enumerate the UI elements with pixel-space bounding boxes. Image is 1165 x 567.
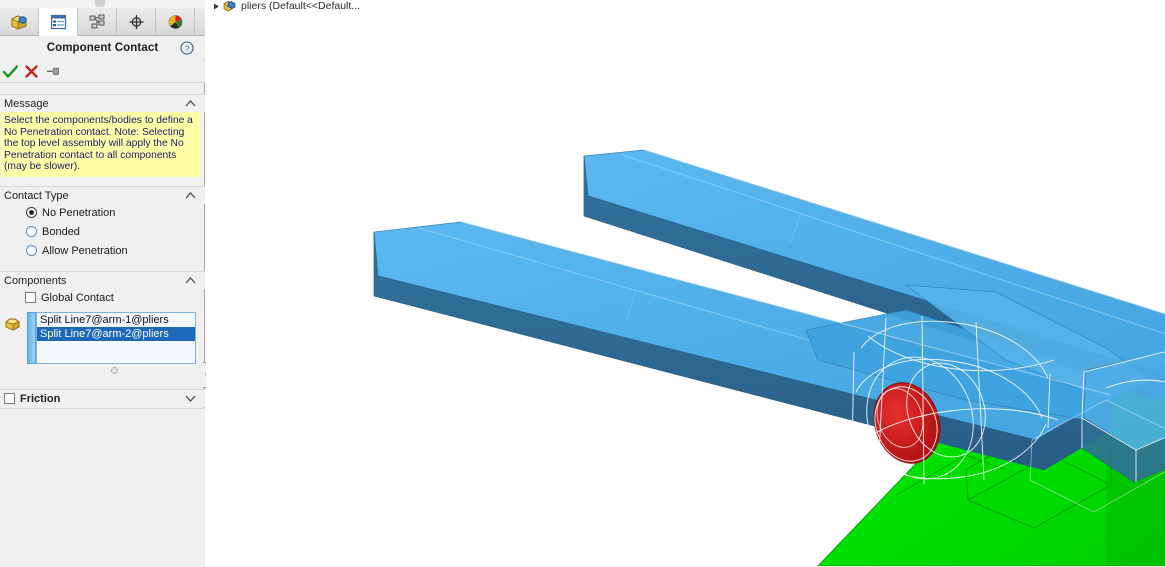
radio-mark-selected-icon	[26, 207, 37, 218]
section-header-friction[interactable]: Friction	[0, 389, 205, 407]
section-label-components: Components	[4, 274, 67, 287]
graphics-area[interactable]: pliers (Default<<Default...	[206, 0, 1165, 566]
yellow-cube-icon	[10, 14, 28, 30]
cancel-button[interactable]	[22, 62, 41, 81]
radio-no-penetration[interactable]: No Penetration	[26, 205, 115, 220]
property-list-icon	[50, 14, 67, 30]
color-wheel-icon	[167, 14, 184, 30]
crosshair-icon	[128, 14, 145, 30]
3d-model-viewport[interactable]	[206, 0, 1165, 566]
checkbox-friction[interactable]	[4, 393, 15, 404]
section-label-friction: Friction	[20, 392, 61, 405]
radio-mark-icon	[26, 226, 37, 237]
tab-dimxpert-manager[interactable]	[117, 8, 156, 35]
radio-label-no-penetration: No Penetration	[42, 206, 116, 219]
svg-text:?: ?	[185, 43, 190, 53]
selection-accent-bar	[27, 312, 36, 364]
component-box-icon	[4, 315, 22, 331]
tab-feature-manager[interactable]	[0, 8, 39, 35]
help-icon[interactable]: ?	[180, 41, 194, 55]
radio-bonded[interactable]: Bonded	[26, 224, 80, 239]
section-header-components[interactable]: Components	[0, 271, 205, 289]
radio-mark-icon	[26, 245, 37, 256]
checkbox-label-global-contact: Global Contact	[41, 291, 114, 304]
components-selection-area: Split Line7@arm-1@pliers Split Line7@arm…	[0, 308, 205, 386]
page-title: Component Contact	[46, 42, 159, 54]
list-item[interactable]: Split Line7@arm-2@pliers	[37, 327, 195, 341]
ok-button[interactable]	[1, 62, 20, 81]
chevron-up-icon	[185, 191, 196, 200]
chevron-up-icon	[185, 99, 196, 108]
components-list[interactable]: Split Line7@arm-1@pliers Split Line7@arm…	[36, 312, 196, 364]
radio-label-allow-penetration: Allow Penetration	[42, 244, 128, 257]
property-manager-panel: Component Contact ? Message Select the c…	[0, 0, 205, 567]
configuration-icon	[89, 14, 106, 30]
radio-allow-penetration[interactable]: Allow Penetration	[26, 243, 128, 258]
tab-display-manager[interactable]	[156, 8, 195, 35]
message-text: Select the components/bodies to define a…	[1, 112, 200, 177]
chevron-down-icon	[185, 394, 196, 403]
checkbox-mark-icon	[25, 292, 36, 303]
section-header-contact-type[interactable]: Contact Type	[0, 186, 205, 204]
list-resize-grip[interactable]	[111, 367, 118, 374]
chevron-up-icon	[185, 276, 196, 285]
checkbox-global-contact[interactable]: Global Contact	[25, 290, 114, 305]
panel-empty-area	[0, 408, 205, 567]
radio-label-bonded: Bonded	[42, 225, 80, 238]
section-label-message: Message	[4, 97, 49, 110]
tab-configuration-manager[interactable]	[78, 8, 117, 35]
pin-button[interactable]	[44, 62, 63, 81]
list-item[interactable]: Split Line7@arm-1@pliers	[37, 313, 195, 327]
section-label-contact-type: Contact Type	[4, 189, 69, 202]
panel-action-row	[0, 61, 205, 83]
section-header-message[interactable]: Message	[0, 94, 205, 112]
tab-row-filler	[195, 8, 205, 35]
tab-property-manager[interactable]	[39, 8, 78, 36]
panel-collapse-nub[interactable]	[95, 0, 105, 7]
panel-titlebar: Component Contact ?	[0, 36, 205, 60]
manager-tab-row	[0, 8, 205, 36]
